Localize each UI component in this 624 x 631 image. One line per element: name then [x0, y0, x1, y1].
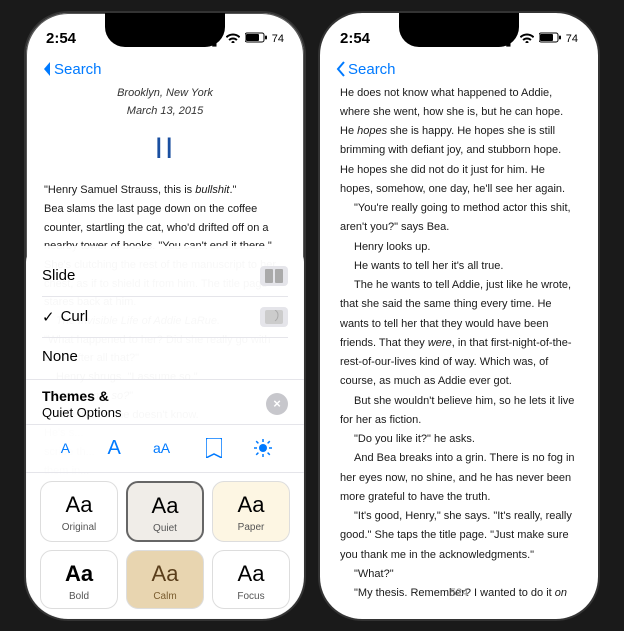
book-location: Brooklyn, New York March 13, 2015: [44, 84, 286, 120]
transition-menu: Slide ✓ Curl None: [26, 246, 304, 380]
left-nav-bar[interactable]: Search: [26, 57, 304, 84]
left-time: 2:54: [46, 30, 76, 47]
theme-paper[interactable]: Aa Paper: [212, 481, 290, 542]
right-notch: [399, 13, 519, 47]
theme-calm-aa: Aa: [152, 561, 179, 587]
curl-label: Curl: [61, 308, 260, 325]
large-font-button[interactable]: A: [100, 433, 129, 464]
right-phone: 2:54 ▌▌▌ 74 Search: [318, 11, 600, 621]
phones-container: 2:54 ▌▌▌ 74 Search: [24, 11, 600, 621]
curl-option[interactable]: ✓ Curl: [42, 297, 288, 338]
theme-bold[interactable]: Aa Bold: [40, 550, 118, 609]
right-battery-icon: [539, 32, 561, 46]
font-controls: A A aA: [26, 424, 304, 473]
small-font-button[interactable]: A: [53, 436, 78, 460]
wifi-icon: [226, 32, 240, 46]
theme-quiet-aa: Aa: [152, 493, 179, 519]
theme-quiet-name: Quiet: [153, 523, 177, 534]
back-button[interactable]: Search: [42, 61, 102, 78]
theme-original[interactable]: Aa Original: [40, 481, 118, 542]
left-phone: 2:54 ▌▌▌ 74 Search: [24, 11, 306, 621]
theme-quiet[interactable]: Aa Quiet: [126, 481, 204, 542]
theme-paper-aa: Aa: [238, 492, 265, 518]
theme-paper-name: Paper: [238, 522, 265, 533]
theme-original-name: Original: [62, 522, 96, 533]
book-header: Brooklyn, New York March 13, 2015 II: [44, 84, 286, 174]
check-icon: ✓: [42, 308, 55, 326]
theme-calm-name: Calm: [153, 591, 176, 602]
right-book-content: He does not know what happened to Addie,…: [320, 84, 598, 600]
themes-grid: Aa Original Aa Quiet Aa Paper Aa Bold: [26, 473, 304, 619]
brightness-icon[interactable]: [249, 434, 277, 462]
overlay-panel: Slide ✓ Curl None: [26, 246, 304, 619]
page-number: 524: [450, 587, 468, 599]
curl-icon: [260, 307, 288, 327]
none-label: None: [42, 348, 288, 365]
theme-bold-aa: Aa: [65, 561, 93, 587]
bookmark-icon[interactable]: [200, 434, 228, 462]
slide-icon: [260, 266, 288, 286]
theme-focus-name: Focus: [237, 591, 264, 602]
theme-bold-name: Bold: [69, 591, 89, 602]
none-option[interactable]: None: [42, 338, 288, 375]
theme-calm[interactable]: Aa Calm: [126, 550, 204, 609]
text-style-icon[interactable]: aA: [150, 434, 178, 462]
right-back-button[interactable]: Search: [336, 61, 396, 78]
right-wifi-icon: [520, 32, 534, 46]
slide-label: Slide: [42, 267, 260, 284]
slide-option[interactable]: Slide: [42, 256, 288, 297]
svg-text:aA: aA: [153, 440, 171, 456]
themes-title: Themes & Quiet Options: [42, 388, 122, 420]
close-button[interactable]: ×: [266, 393, 288, 415]
chapter-number: II: [44, 124, 286, 174]
theme-original-aa: Aa: [66, 492, 93, 518]
right-nav-bar[interactable]: Search: [320, 57, 598, 84]
battery-pct: 74: [272, 33, 284, 45]
themes-header: Themes & Quiet Options ×: [26, 380, 304, 424]
battery-icon: [245, 32, 267, 46]
theme-focus[interactable]: Aa Focus: [212, 550, 290, 609]
theme-focus-aa: Aa: [238, 561, 265, 587]
back-label: Search: [54, 61, 102, 78]
right-back-label: Search: [348, 61, 396, 78]
right-time: 2:54: [340, 30, 370, 47]
notch: [105, 13, 225, 47]
right-battery-pct: 74: [566, 33, 578, 45]
